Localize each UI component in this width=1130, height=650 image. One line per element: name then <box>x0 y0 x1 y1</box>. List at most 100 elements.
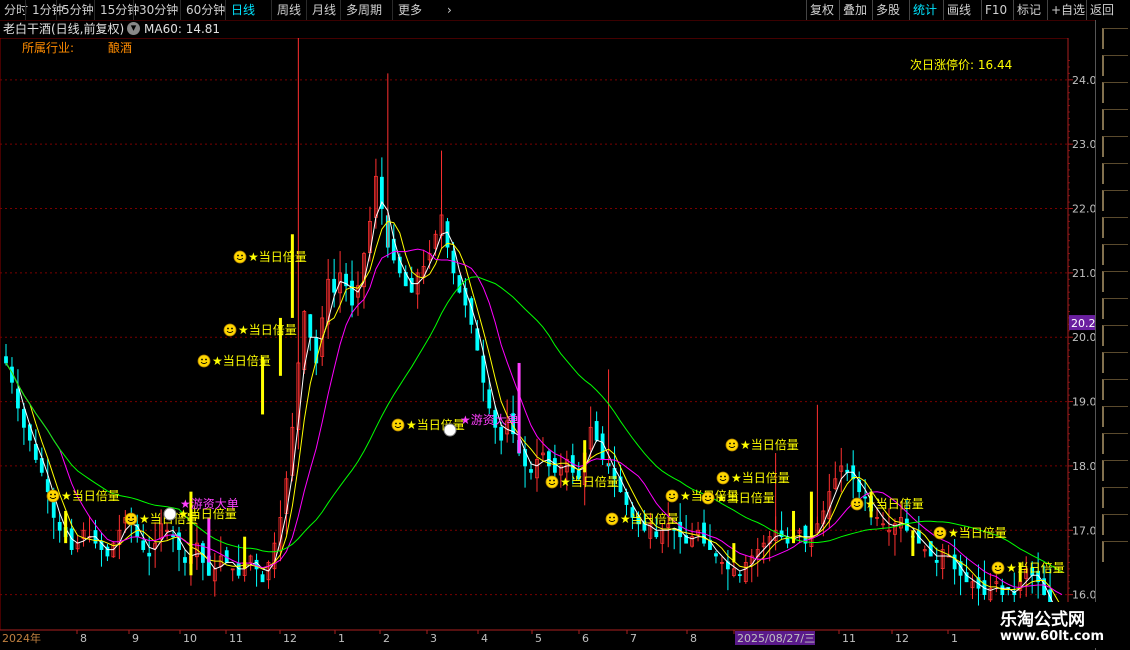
watermark-title: 乐淘公式网 <box>1000 610 1085 630</box>
chart-frame <box>0 38 1069 631</box>
panel-text-fragment <box>1102 325 1128 346</box>
x-tick-label: 12 <box>283 632 297 645</box>
right-info-panel <box>1095 20 1130 650</box>
panel-text-fragment <box>1102 82 1128 103</box>
candle-body <box>737 574 742 576</box>
smiley-icon <box>233 250 247 264</box>
toolbar-button-1[interactable]: 叠加 <box>843 1 867 19</box>
x-tick-label: 2024年 <box>2 631 41 645</box>
period-tab-7[interactable]: 周线 <box>277 1 301 19</box>
period-tab-4[interactable]: 30分钟 <box>139 1 178 19</box>
ma60-line <box>5 276 1063 573</box>
candle-body <box>499 427 504 441</box>
panel-text-fragment <box>1102 487 1128 508</box>
period-tab-8[interactable]: 月线 <box>312 1 336 19</box>
smiley-icon <box>124 512 138 526</box>
signal-label-double-volume: ★当日倍量 <box>716 490 775 505</box>
x-tick-label: 2025/08/27/三 <box>737 632 815 645</box>
candle-body <box>457 275 462 293</box>
candle-body <box>779 530 784 538</box>
signal-label-hot-money: ★游资大单 <box>460 413 519 427</box>
period-tab-10[interactable]: 更多 <box>398 1 422 19</box>
industry-value: 酿酒 <box>108 40 132 55</box>
chevron-right-icon[interactable]: › <box>447 1 452 19</box>
toolbar-button-5[interactable]: F10 <box>985 1 1007 19</box>
candle-body <box>260 574 265 583</box>
smiley-icon <box>223 323 237 337</box>
smiley-icon <box>725 438 739 452</box>
watermark-url: www.60lt.com <box>1000 629 1105 644</box>
signal-label-double-volume: ★当日倍量 <box>865 496 924 511</box>
period-tab-2[interactable]: 5分钟 <box>62 1 94 19</box>
panel-text-fragment <box>1102 541 1128 562</box>
smiley-icon <box>545 475 559 489</box>
x-tick-label: 3 <box>430 632 437 645</box>
candle-body <box>236 563 241 576</box>
candle-body <box>409 277 414 293</box>
panel-text-fragment <box>1102 379 1128 400</box>
x-tick-label: 10 <box>183 632 197 645</box>
signal-label-double-volume: ★当日倍量 <box>620 511 679 526</box>
candle-body <box>308 314 313 338</box>
signal-label-double-volume: ★当日倍量 <box>1006 560 1065 575</box>
toolbar-button-4[interactable]: 画线 <box>947 1 971 19</box>
signal-label-double-volume: ★当日倍量 <box>731 470 790 485</box>
x-tick-label: 6 <box>582 632 589 645</box>
panel-text-fragment <box>1102 55 1128 76</box>
x-tick-label: 7 <box>630 632 637 645</box>
panel-text-fragment <box>1102 460 1128 481</box>
next-limit-price: 次日涨停价: 16.44 <box>910 57 1012 72</box>
x-tick-label: 4 <box>481 632 488 645</box>
signal-label-double-volume: ★当日倍量 <box>212 353 271 368</box>
signal-label-double-volume: ★当日倍量 <box>560 474 619 489</box>
candle-body <box>350 280 354 306</box>
toolbar-button-3[interactable]: 统计 <box>913 1 937 19</box>
candle-body <box>183 557 187 563</box>
smiley-icon <box>665 489 679 503</box>
toolbar-button-8[interactable]: 返回 <box>1090 1 1114 19</box>
stock-title: 老白干酒(日线,前复权) <box>3 22 125 36</box>
smiley-icon <box>605 512 619 526</box>
signal-label-double-volume: ★当日倍量 <box>61 488 120 503</box>
period-tab-9[interactable]: 多周期 <box>346 1 382 19</box>
panel-text-fragment <box>1102 163 1128 184</box>
x-tick-label: 9 <box>132 632 139 645</box>
chevron-down-circle-icon[interactable]: ▾ <box>127 22 140 35</box>
y-tick-label: 17.00 <box>1072 524 1095 537</box>
period-tab-5[interactable]: 60分钟 <box>186 1 225 19</box>
panel-text-fragment <box>1102 433 1128 454</box>
period-tab-1[interactable]: 1分钟 <box>32 1 64 19</box>
x-tick-label: 2 <box>383 632 390 645</box>
volume-spike-bar <box>64 510 68 544</box>
candle-body <box>21 409 26 428</box>
smiley-icon <box>850 497 864 511</box>
volume-spike-bar <box>911 530 915 556</box>
coin-icon <box>443 423 457 437</box>
toolbar-button-2[interactable]: 多股 <box>876 1 900 19</box>
candle-body <box>654 531 659 538</box>
industry-label: 所属行业: <box>22 41 74 55</box>
candle-body <box>714 553 718 557</box>
signal-label-double-volume: ★当日倍量 <box>248 249 307 264</box>
panel-text-fragment <box>1102 514 1128 535</box>
candle-body <box>481 355 486 383</box>
volume-spike-bar <box>290 234 294 318</box>
x-tick-label: 8 <box>80 632 87 645</box>
kline-chart[interactable]: 24.00 23.00 22.00 21.00 20.00 19.00 18.00 17.00… <box>0 38 1095 650</box>
volume-spike-bar <box>792 510 796 544</box>
candle-body <box>529 469 533 473</box>
y-tick-label: 21.00 <box>1072 267 1095 280</box>
panel-text-fragment <box>1102 217 1128 238</box>
toolbar-button-6[interactable]: 标记 <box>1017 1 1041 19</box>
x-tick-label: 11 <box>229 632 243 645</box>
candle-body <box>141 540 146 550</box>
signal-label-double-volume: ★当日倍量 <box>238 322 297 337</box>
toolbar-button-0[interactable]: 复权 <box>810 1 834 19</box>
ma60-label: MA60: 14.81 <box>144 22 221 36</box>
period-tab-6[interactable]: 日线 <box>231 1 255 19</box>
y-tick-label: 22.00 <box>1072 203 1095 216</box>
candle-body <box>952 554 957 570</box>
panel-text-fragment <box>1102 109 1128 130</box>
panel-text-fragment <box>1102 136 1128 157</box>
toolbar-button-7[interactable]: +自选 <box>1051 1 1085 19</box>
